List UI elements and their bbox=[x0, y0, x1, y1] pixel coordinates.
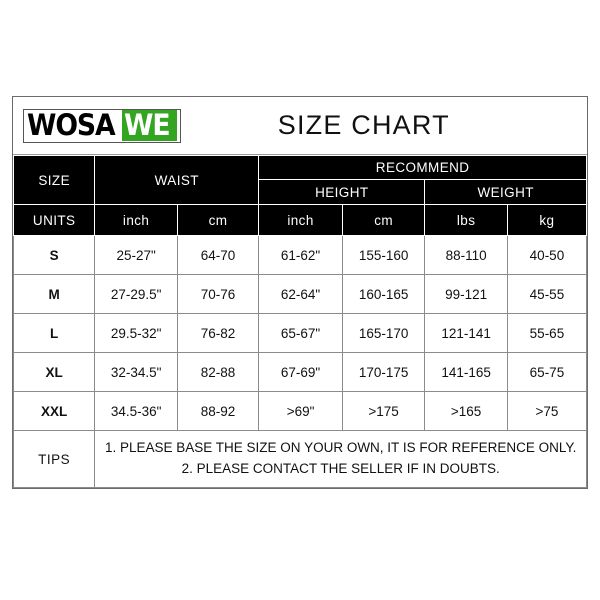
table-row: M 27-29.5" 70-76 62-64" 160-165 99-121 4… bbox=[12, 274, 588, 314]
tips-line-1: 1. PLEASE BASE THE SIZE ON YOUR OWN, IT … bbox=[104, 440, 577, 456]
cell-height-cm: >175 bbox=[341, 391, 426, 431]
cell-size: XXL bbox=[12, 391, 96, 431]
cell-weight-kg: >75 bbox=[506, 391, 588, 431]
tips-line-2: 2. PLEASE CONTACT THE SELLER IF IN DOUBT… bbox=[181, 461, 500, 476]
header-unit-height-inch: inch bbox=[258, 204, 343, 236]
cell-height-cm: 170-175 bbox=[341, 352, 426, 392]
cell-height-cm: 165-170 bbox=[341, 313, 426, 353]
table-row: XL 32-34.5" 82-88 67-69" 170-175 141-165… bbox=[12, 352, 588, 392]
cell-height-inch: 61-62" bbox=[258, 235, 343, 275]
cell-weight-lbs: 99-121 bbox=[424, 274, 508, 314]
size-chart-table: SIZE WAIST RECOMMEND HEIGHT WEIGHT UNITS… bbox=[12, 155, 588, 488]
cell-size: M bbox=[12, 274, 96, 314]
cell-waist-cm: 82-88 bbox=[176, 352, 260, 392]
cell-size: S bbox=[12, 235, 96, 275]
table-row: XXL 34.5-36" 88-92 >69" >175 >165 >75 bbox=[12, 391, 588, 431]
cell-weight-lbs: 141-165 bbox=[424, 352, 508, 392]
chart-header-band: WOSA WE SIZE CHART bbox=[13, 97, 587, 155]
table-header-row-1: SIZE WAIST RECOMMEND bbox=[12, 155, 587, 205]
cell-waist-inch: 32-34.5" bbox=[94, 352, 178, 392]
cell-weight-kg: 65-75 bbox=[506, 352, 588, 392]
header-unit-waist-cm: cm bbox=[176, 204, 260, 236]
cell-weight-kg: 40-50 bbox=[506, 235, 588, 275]
table-row: S 25-27" 64-70 61-62" 155-160 88-110 40-… bbox=[12, 235, 588, 275]
page-title: SIZE CHART bbox=[277, 110, 450, 140]
cell-waist-cm: 64-70 bbox=[176, 235, 260, 275]
tips-row: TIPS 1. PLEASE BASE THE SIZE ON YOUR OWN… bbox=[12, 430, 587, 488]
cell-waist-inch: 29.5-32" bbox=[94, 313, 178, 353]
cell-weight-lbs: >165 bbox=[424, 391, 508, 431]
header-height: HEIGHT bbox=[258, 179, 426, 205]
table-units-row: UNITS inch cm inch cm lbs kg bbox=[12, 204, 588, 236]
header-unit-weight-kg: kg bbox=[506, 204, 588, 236]
header-units-label: UNITS bbox=[12, 204, 96, 236]
tips-content: 1. PLEASE BASE THE SIZE ON YOUR OWN, IT … bbox=[94, 430, 587, 488]
brand-logo-wosa: WOSA bbox=[27, 108, 116, 142]
header-unit-waist-inch: inch bbox=[94, 204, 178, 236]
header-weight: WEIGHT bbox=[424, 179, 587, 205]
cell-height-inch: 62-64" bbox=[258, 274, 343, 314]
cell-weight-lbs: 121-141 bbox=[424, 313, 508, 353]
cell-weight-kg: 45-55 bbox=[506, 274, 588, 314]
table-row: L 29.5-32" 76-82 65-67" 165-170 121-141 … bbox=[12, 313, 588, 353]
brand-logo: WOSA WE bbox=[23, 108, 181, 143]
tips-label: TIPS bbox=[12, 430, 96, 488]
cell-weight-lbs: 88-110 bbox=[424, 235, 508, 275]
cell-height-inch: 67-69" bbox=[258, 352, 343, 392]
cell-size: L bbox=[12, 313, 96, 353]
cell-weight-kg: 55-65 bbox=[506, 313, 588, 353]
cell-waist-inch: 25-27" bbox=[94, 235, 178, 275]
cell-height-inch: >69" bbox=[258, 391, 343, 431]
brand-logo-we: WE bbox=[124, 108, 171, 142]
header-recommend: RECOMMEND bbox=[258, 155, 587, 180]
cell-height-inch: 65-67" bbox=[258, 313, 343, 353]
cell-waist-cm: 70-76 bbox=[176, 274, 260, 314]
header-waist: WAIST bbox=[94, 155, 260, 205]
cell-waist-cm: 88-92 bbox=[176, 391, 260, 431]
size-chart-card: WOSA WE SIZE CHART SIZE WAIST RECOMMEND H… bbox=[12, 96, 588, 489]
cell-size: XL bbox=[12, 352, 96, 392]
header-size: SIZE bbox=[12, 155, 96, 205]
cell-waist-inch: 27-29.5" bbox=[94, 274, 178, 314]
header-unit-height-cm: cm bbox=[341, 204, 426, 236]
brand-logo-we-block: WE bbox=[122, 108, 177, 142]
cell-waist-cm: 76-82 bbox=[176, 313, 260, 353]
cell-height-cm: 155-160 bbox=[341, 235, 426, 275]
cell-waist-inch: 34.5-36" bbox=[94, 391, 178, 431]
cell-height-cm: 160-165 bbox=[341, 274, 426, 314]
header-unit-weight-lbs: lbs bbox=[424, 204, 508, 236]
